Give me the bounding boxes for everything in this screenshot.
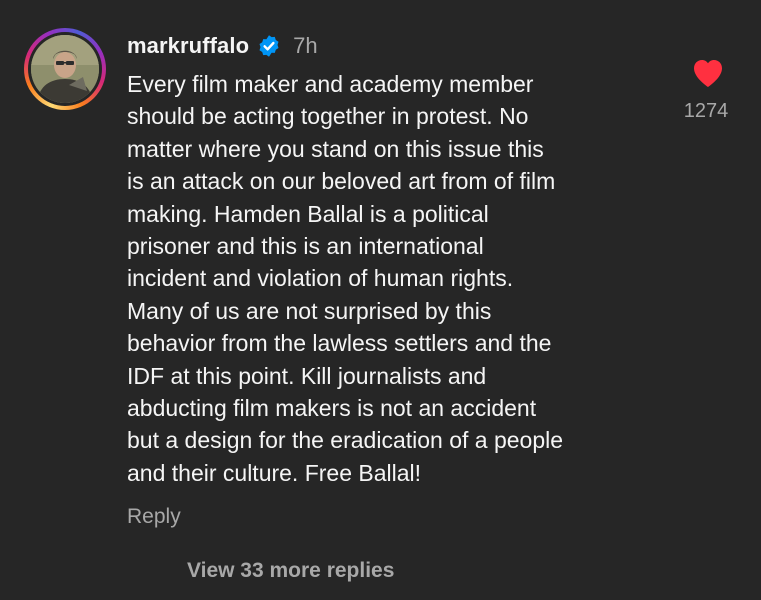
avatar-image: [31, 35, 99, 103]
comment-text-line: Many of us are not surprised by this: [127, 297, 492, 324]
verified-badge-icon: [259, 35, 279, 57]
comment-text: Every film maker and academy member shou…: [127, 68, 687, 489]
comment-item: markruffalo 7h Every film maker and acad…: [0, 0, 761, 600]
like-count[interactable]: 1274: [672, 100, 740, 123]
comment-time: 7h: [293, 33, 318, 58]
comment-text-line: behavior from the lawless settlers and t…: [127, 330, 552, 357]
username[interactable]: markruffalo: [127, 33, 249, 59]
comment-text-line: prisoner and this is an international: [127, 233, 484, 260]
avatar[interactable]: [31, 35, 99, 103]
comment-text-line: IDF at this point. Kill journalists and: [127, 362, 487, 389]
reply-button[interactable]: Reply: [127, 505, 181, 529]
avatar-story-ring[interactable]: [24, 28, 106, 110]
view-more-replies-button[interactable]: View 33 more replies: [187, 559, 394, 583]
comment-text-line: abducting film makers is not an accident: [127, 395, 537, 422]
comment-text-line: making. Hamden Ballal is a political: [127, 200, 489, 227]
comment-text-line: incident and violation of human rights.: [127, 265, 514, 292]
comment-text-line: Every film maker and academy member: [127, 71, 534, 97]
comment-header: markruffalo 7h: [127, 30, 318, 62]
like-area: 1274: [676, 58, 740, 123]
comment-text-line: matter where you stand on this issue thi…: [127, 135, 544, 162]
comment-text-line: but a design for the eradication of a pe…: [127, 427, 564, 454]
comment-text-line: is an attack on our beloved art from of …: [127, 168, 556, 195]
comment-text-line: and their culture. Free Ballal!: [127, 459, 422, 486]
heart-icon[interactable]: [692, 58, 724, 88]
comment-text-line: should be acting together in protest. No: [127, 103, 529, 130]
